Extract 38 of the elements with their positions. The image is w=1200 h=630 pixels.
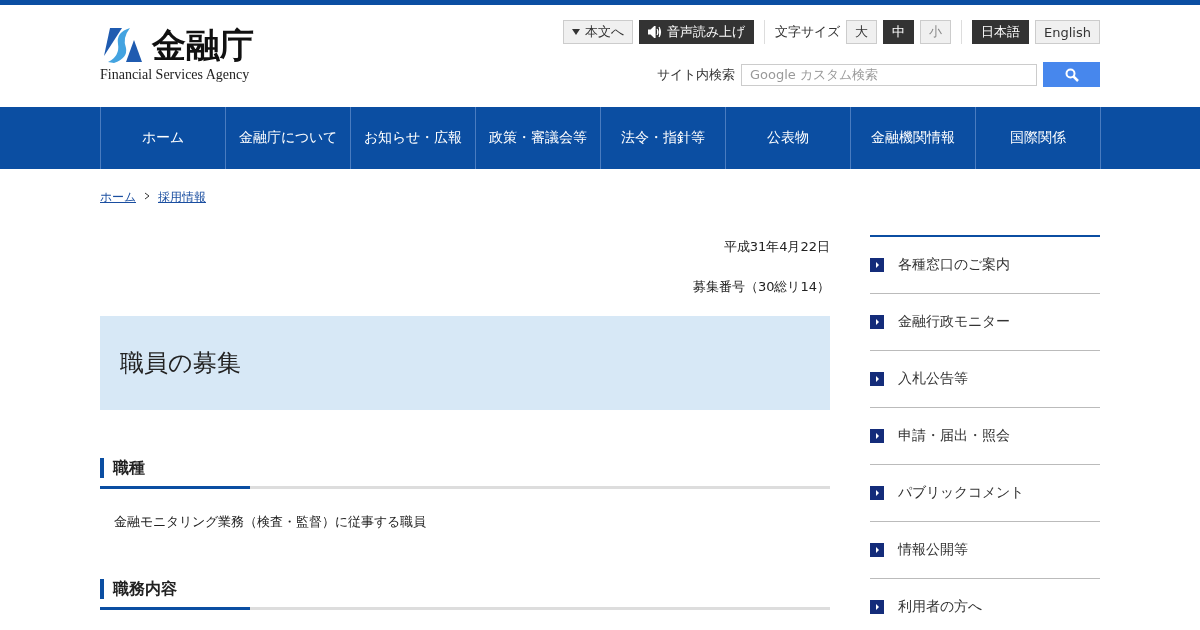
sidebar-link[interactable]: パブリックコメント <box>870 465 1100 522</box>
read-aloud-button[interactable]: 音声読み上げ <box>639 20 755 44</box>
logo-title: 金融庁 <box>152 25 254 65</box>
date-text: 平成31年4月22日 <box>722 238 830 256</box>
font-size-label: 文字サイズ <box>775 23 841 41</box>
search-field[interactable]: Google カスタム検索 <box>741 63 1037 86</box>
caret-icon <box>572 29 581 35</box>
nav-item[interactable]: ホーム <box>100 107 226 169</box>
nav-item[interactable]: 国際関係 <box>975 107 1101 169</box>
sidebar-link[interactable]: 金融行政モニター <box>870 294 1100 351</box>
section-heading: 職種 <box>100 458 830 478</box>
font-size-button[interactable]: 大 <box>846 20 878 44</box>
site-search-label: サイト内検索 <box>657 65 735 84</box>
sidebar-link[interactable]: 各種窓口のご案内 <box>870 237 1100 294</box>
sidebar-link[interactable]: 入札公告等 <box>870 351 1100 408</box>
sidebar-link[interactable]: 利用者の方へ <box>870 579 1100 630</box>
sidebar-link[interactable]: 申請・届出・照会 <box>870 408 1100 465</box>
search-button[interactable] <box>1043 62 1100 87</box>
sidebar-link[interactable]: 情報公開等 <box>870 522 1100 579</box>
speaker-icon <box>648 26 663 38</box>
search-icon <box>1064 67 1079 82</box>
nav-item[interactable]: お知らせ・広報 <box>350 107 476 169</box>
font-size-button[interactable]: 中 <box>883 20 915 44</box>
breadcrumb-link[interactable]: ホーム <box>100 189 136 206</box>
nav-item[interactable]: 法令・指針等 <box>600 107 726 169</box>
nav-item[interactable]: 公表物 <box>725 107 851 169</box>
breadcrumb-link[interactable]: 採用情報 <box>158 189 206 206</box>
page-title: 職員の募集 <box>100 316 830 410</box>
skip-to-content-button[interactable]: 本文へ <box>563 20 634 44</box>
nav-item[interactable]: 金融機関情報 <box>850 107 976 169</box>
section-text: 金融モニタリング業務（検査・監督）に従事する職員 <box>114 513 427 531</box>
nav-item[interactable]: 金融庁について <box>225 107 351 169</box>
section-heading: 職務内容 <box>100 579 830 599</box>
nav-item[interactable]: 政策・審議会等 <box>475 107 601 169</box>
recruitment-number: 募集番号（30総リ14） <box>691 278 830 296</box>
logo-subtitle: Financial Services Agency <box>100 67 251 83</box>
language-button[interactable]: 日本語 <box>972 20 1030 44</box>
language-button[interactable]: English <box>1035 20 1100 44</box>
